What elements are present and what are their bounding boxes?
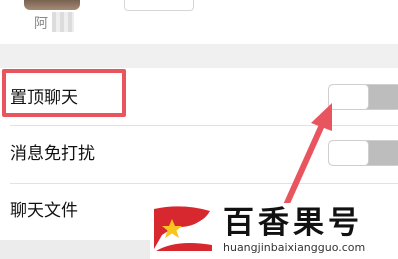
toggle-knob (329, 85, 369, 109)
group-members-strip: 阿 (0, 0, 398, 44)
contact-name: 阿 (34, 16, 49, 32)
brand-logo-icon (154, 206, 212, 251)
settings-row-mute[interactable]: 消息免打扰 (0, 126, 398, 183)
add-member-button[interactable] (124, 0, 194, 11)
contact-avatar[interactable] (24, 0, 80, 10)
watermark-title: 百香果号 (223, 205, 363, 241)
mute-notifications-toggle[interactable] (328, 140, 398, 166)
blurred-name-mosaic (52, 12, 74, 32)
chat-files-label: 聊天文件 (10, 201, 78, 221)
highlight-box (2, 69, 126, 117)
toggle-knob (329, 141, 369, 165)
watermark-url: huangjinbaixiangguo.com (223, 241, 366, 254)
mute-notifications-label: 消息免打扰 (10, 144, 95, 164)
pin-chat-toggle[interactable] (328, 84, 398, 110)
